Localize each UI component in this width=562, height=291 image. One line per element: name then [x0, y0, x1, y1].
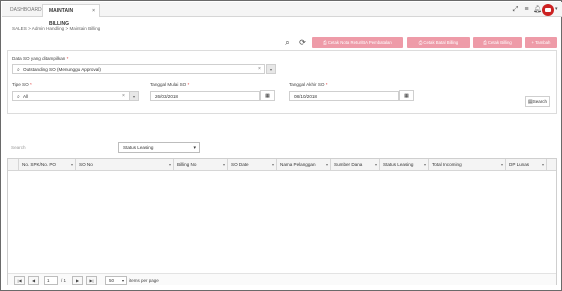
tambah-button[interactable]: + Tambah: [525, 37, 557, 48]
page-size-select[interactable]: 50 ▾: [105, 276, 127, 285]
refresh-icon[interactable]: ⟳: [298, 38, 307, 47]
pager: |◀ ◀ 1 / 1 ▶ ▶| 50 ▾ items per page: [8, 273, 556, 285]
first-page-icon[interactable]: |◀: [14, 276, 25, 285]
breadcrumb: SALES > Admin Handling > Maintain Billin…: [12, 26, 101, 31]
prev-page-icon[interactable]: ◀: [28, 276, 39, 285]
items-per-page-label: items per page: [129, 278, 159, 283]
cetak-batal-billing-button[interactable]: ⎙ Cetak Batal Billing: [407, 37, 470, 48]
expand-icon[interactable]: ⤢: [511, 5, 520, 14]
close-tab-icon[interactable]: ×: [92, 5, 95, 18]
cetak-nota-retur-button[interactable]: ⎙ Cetak Nota Retur/BA Pembatalan: [312, 37, 403, 48]
data-so-select[interactable]: ⌕ Outstanding SO (Menunggu Approval): [12, 64, 265, 74]
bell-icon[interactable]: 🔔︎: [533, 5, 542, 14]
last-page-icon[interactable]: ▶|: [86, 276, 97, 285]
next-page-icon[interactable]: ▶: [72, 276, 83, 285]
tab-maintain-billing[interactable]: MAINTAIN BILLING ×: [42, 4, 100, 27]
search-icon: ▤: [528, 99, 533, 105]
user-avatar[interactable]: [542, 4, 554, 16]
select-all-column[interactable]: [8, 159, 18, 171]
grid-body: [8, 172, 556, 267]
tgl-akhir-input[interactable]: 08/10/2018: [289, 91, 399, 101]
top-bar: DASHBOARD MAINTAIN BILLING × ⤢ ≡ 🔔︎ ▾: [2, 2, 562, 27]
billing-grid: No. SPK/No. PO ▾ SO No ▾ Billing No ▾ SO Da…: [7, 158, 557, 285]
tab-label: DASHBOARD: [10, 7, 42, 13]
filter-panel: [7, 50, 557, 114]
chevron-down-icon[interactable]: ▾: [555, 6, 558, 12]
column-header[interactable]: Sumber Dana ▾: [330, 159, 379, 171]
list-icon[interactable]: ≡: [522, 5, 531, 14]
tab-dashboard[interactable]: DASHBOARD: [4, 4, 42, 17]
column-header[interactable]: DP Lunas ▾: [505, 159, 546, 171]
tgl-akhir-label: Tanggal Akhir SO *: [289, 82, 328, 87]
search-button[interactable]: ▤ Search: [525, 96, 550, 107]
tipe-so-select[interactable]: ⌕ All: [12, 91, 138, 101]
column-header[interactable]: Nama Pelanggan ▾: [276, 159, 330, 171]
page-number-input[interactable]: 1: [44, 276, 58, 285]
status-leasing-select[interactable]: Status Leasing ▾: [118, 142, 200, 153]
clear-icon[interactable]: ×: [122, 91, 125, 101]
tipe-so-label: Tipe SO *: [12, 82, 32, 87]
calendar-icon[interactable]: ▦: [399, 90, 414, 101]
column-header[interactable]: Status Leasing ▾: [379, 159, 428, 171]
table-search-input[interactable]: Search: [8, 142, 116, 153]
chevron-down-icon: ▾: [193, 145, 196, 151]
column-header[interactable]: SO Date ▾: [227, 159, 276, 171]
tab-label: MAINTAIN BILLING: [49, 8, 74, 27]
column-header[interactable]: No. SPK/No. PO ▾: [18, 159, 75, 171]
cetak-billing-button[interactable]: ⎙ Cetak Billing: [473, 37, 522, 48]
column-header[interactable]: SO No ▾: [75, 159, 173, 171]
clear-icon[interactable]: ×: [258, 64, 261, 74]
calendar-icon[interactable]: ▦: [260, 90, 275, 101]
search-icon[interactable]: ⌕: [283, 38, 292, 47]
column-header[interactable]: Total Incoming ▾: [428, 159, 505, 171]
column-header[interactable]: Billing No ▾: [173, 159, 227, 171]
column-menu[interactable]: [546, 159, 556, 171]
tgl-mulai-input[interactable]: 26/03/2018: [150, 91, 260, 101]
data-so-label: Data SO yang ditampilkan *: [12, 56, 69, 61]
chevron-down-icon[interactable]: ▾: [129, 91, 139, 101]
chevron-down-icon: ▾: [121, 278, 124, 283]
tgl-mulai-label: Tanggal Mulai SO *: [150, 82, 190, 87]
app-window: DASHBOARD MAINTAIN BILLING × ⤢ ≡ 🔔︎ ▾ SA…: [0, 0, 562, 291]
page-total: / 1: [61, 278, 67, 283]
grid-header: No. SPK/No. PO ▾ SO No ▾ Billing No ▾ SO Da…: [8, 159, 556, 171]
chevron-down-icon[interactable]: ▾: [266, 64, 276, 74]
